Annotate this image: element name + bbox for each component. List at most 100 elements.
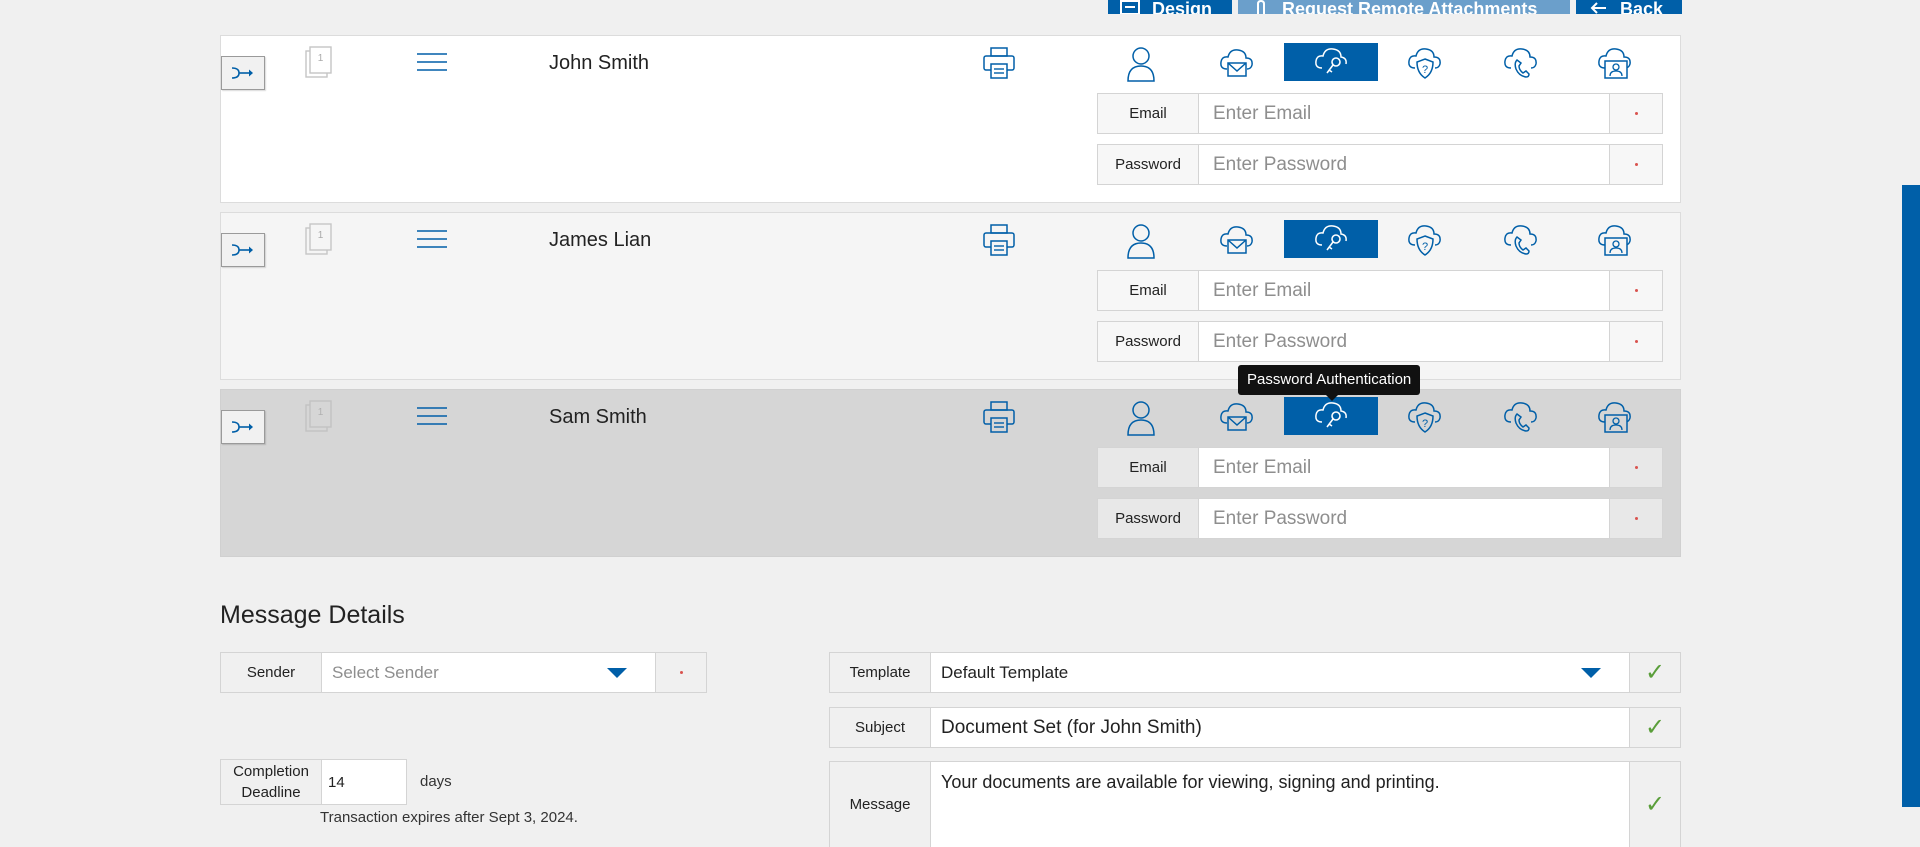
message-textarea[interactable]: Your documents are available for viewing… — [931, 762, 1629, 847]
email-auth-icon[interactable] — [1217, 398, 1257, 438]
phone-auth-icon[interactable] — [1501, 221, 1541, 261]
sender-label: Sender — [221, 653, 322, 692]
back-arrow-icon — [1590, 2, 1606, 14]
chevron-down-icon — [1581, 667, 1601, 678]
email-input[interactable]: Enter Email — [1199, 271, 1610, 310]
security-question-icon[interactable]: ? — [1405, 398, 1445, 438]
template-value: Default Template — [941, 662, 1069, 682]
email-field-row: Email Enter Email — [1097, 270, 1663, 311]
printer-icon[interactable] — [982, 223, 1016, 257]
template-row: Template Default Template ✓ — [829, 652, 1681, 693]
password-auth-icon[interactable] — [1284, 397, 1378, 435]
required-indicator — [1610, 448, 1662, 487]
password-input[interactable]: Enter Password — [1199, 499, 1610, 538]
recipient-card: 1 John Smith ? Email Enter Email Passwor… — [220, 35, 1681, 203]
printer-icon[interactable] — [982, 46, 1016, 80]
document-count-icon: 1 — [305, 46, 332, 78]
chevron-down-icon — [607, 667, 627, 678]
route-arrow-icon — [231, 67, 253, 79]
email-auth-icon[interactable] — [1217, 44, 1257, 84]
svg-text:?: ? — [1422, 241, 1428, 253]
paperclip-icon — [1257, 0, 1265, 14]
document-count-icon: 1 — [305, 400, 332, 432]
completion-deadline-input[interactable]: 14 — [322, 760, 406, 804]
password-input[interactable]: Enter Password — [1199, 145, 1610, 184]
phone-auth-icon[interactable] — [1501, 44, 1541, 84]
completion-deadline-label: Completion Deadline — [221, 760, 322, 804]
password-auth-tooltip: Password Authentication — [1238, 365, 1421, 401]
design-label: Design — [1152, 0, 1213, 14]
check-icon: ✓ — [1629, 708, 1680, 747]
email-field-row: Email Enter Email — [1097, 93, 1663, 134]
email-auth-icon[interactable] — [1217, 221, 1257, 261]
route-arrow-icon — [231, 244, 253, 256]
document-count: 1 — [318, 53, 324, 64]
phone-auth-icon[interactable] — [1501, 398, 1541, 438]
email-field-row: Email Enter Email — [1097, 447, 1663, 488]
id-verification-icon[interactable] — [1595, 44, 1635, 84]
completion-deadline-label-line1: Completion — [233, 763, 309, 780]
svg-text:?: ? — [1422, 64, 1428, 76]
svg-text:?: ? — [1422, 418, 1428, 430]
check-icon: ✓ — [1629, 762, 1680, 847]
subject-row: Subject Document Set (for John Smith) ✓ — [829, 707, 1681, 748]
scrollbar-thumb[interactable] — [1902, 185, 1920, 807]
design-button[interactable]: Design — [1108, 0, 1232, 14]
email-input[interactable]: Enter Email — [1199, 448, 1610, 487]
recipient-card: 1 James Lian ? Email Enter Email Passwor… — [220, 212, 1681, 380]
required-indicator — [1610, 145, 1662, 184]
message-details-title: Message Details — [220, 601, 405, 629]
route-button[interactable] — [221, 233, 265, 267]
email-label: Email — [1098, 448, 1199, 487]
template-label: Template — [830, 653, 931, 692]
password-field-row: Password Enter Password — [1097, 144, 1663, 185]
design-icon — [1120, 0, 1140, 14]
document-count: 1 — [318, 407, 324, 418]
recipient-name: Sam Smith — [549, 406, 647, 428]
id-verification-icon[interactable] — [1595, 221, 1635, 261]
user-auth-icon[interactable] — [1121, 44, 1161, 84]
password-label: Password — [1098, 145, 1199, 184]
template-select[interactable]: Default Template — [931, 653, 1629, 692]
recipient-name: John Smith — [549, 52, 650, 74]
security-question-icon[interactable]: ? — [1405, 221, 1445, 261]
document-count-icon: 1 — [305, 223, 332, 255]
hamburger-menu-icon[interactable] — [417, 52, 447, 74]
email-label: Email — [1098, 271, 1199, 310]
route-button[interactable] — [221, 410, 265, 444]
completion-deadline-row: Completion Deadline 14 — [220, 759, 407, 805]
back-button[interactable]: Back — [1576, 0, 1682, 14]
security-question-icon[interactable]: ? — [1405, 44, 1445, 84]
sender-row: Sender Select Sender — [220, 652, 707, 693]
document-count: 1 — [318, 230, 324, 241]
subject-label: Subject — [830, 708, 931, 747]
password-auth-icon[interactable] — [1284, 220, 1378, 258]
completion-deadline-label-line2: Deadline — [241, 784, 301, 801]
id-verification-icon[interactable] — [1595, 398, 1635, 438]
password-field-row: Password Enter Password — [1097, 321, 1663, 362]
email-label: Email — [1098, 94, 1199, 133]
back-label: Back — [1620, 0, 1664, 14]
expiration-note: Transaction expires after Sept 3, 2024. — [320, 809, 578, 826]
required-indicator — [655, 653, 706, 692]
check-icon: ✓ — [1629, 653, 1680, 692]
password-label: Password — [1098, 322, 1199, 361]
message-row: Message Your documents are available for… — [829, 761, 1681, 847]
required-indicator — [1610, 94, 1662, 133]
required-indicator — [1610, 322, 1662, 361]
request-remote-attachments-button[interactable]: Request Remote Attachments — [1238, 0, 1570, 14]
hamburger-menu-icon[interactable] — [417, 229, 447, 251]
user-auth-icon[interactable] — [1121, 398, 1161, 438]
subject-input[interactable]: Document Set (for John Smith) — [931, 708, 1629, 747]
password-field-row: Password Enter Password — [1097, 498, 1663, 539]
recipient-name: James Lian — [549, 229, 652, 251]
sender-select[interactable]: Select Sender — [322, 653, 655, 692]
route-arrow-icon — [231, 421, 253, 433]
user-auth-icon[interactable] — [1121, 221, 1161, 261]
email-input[interactable]: Enter Email — [1199, 94, 1610, 133]
printer-icon[interactable] — [982, 400, 1016, 434]
route-button[interactable] — [221, 56, 265, 90]
password-auth-icon[interactable] — [1284, 43, 1378, 81]
hamburger-menu-icon[interactable] — [417, 406, 447, 428]
password-input[interactable]: Enter Password — [1199, 322, 1610, 361]
